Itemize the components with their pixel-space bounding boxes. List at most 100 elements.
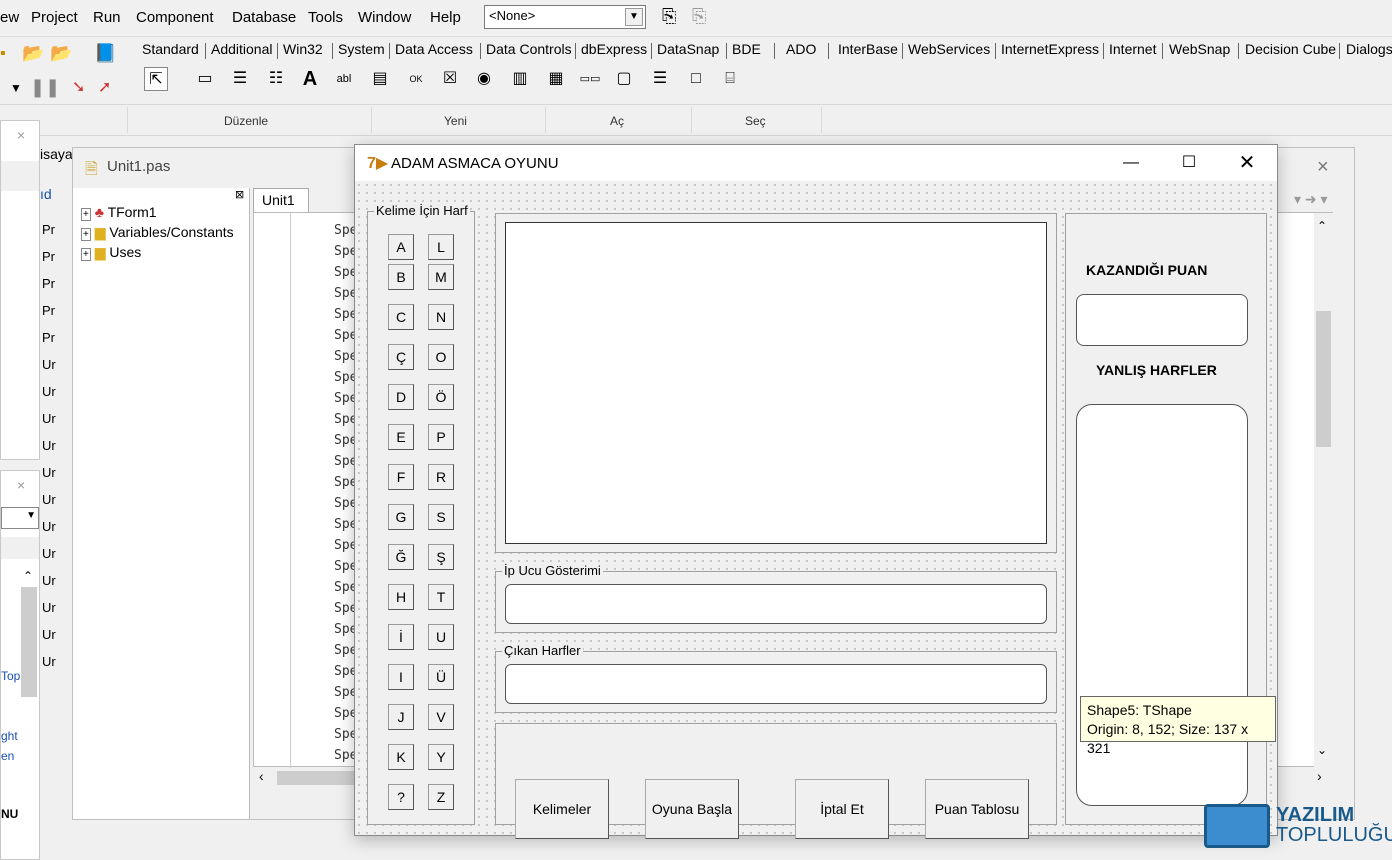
letter-button[interactable]: P xyxy=(428,424,454,450)
button-icon[interactable]: OK xyxy=(404,67,428,91)
letter-button[interactable]: Ğ xyxy=(388,544,414,570)
scroll-down-icon[interactable]: ⌄ xyxy=(1317,743,1327,757)
list-item[interactable]: Ur xyxy=(42,492,74,507)
list-item[interactable]: Pr xyxy=(42,249,74,264)
close-icon[interactable]: × xyxy=(17,477,25,493)
tab-bde[interactable]: BDE xyxy=(732,41,761,57)
save-desktop-icon[interactable]: ⎘ xyxy=(662,6,676,27)
hint-display[interactable] xyxy=(505,584,1047,624)
letter-button[interactable]: I xyxy=(388,664,414,690)
open-project-icon[interactable]: 📂 xyxy=(50,43,72,64)
tab-dialogs[interactable]: Dialogs xyxy=(1346,41,1392,57)
letter-button[interactable]: K xyxy=(388,744,414,770)
close-icon[interactable]: × xyxy=(17,127,25,143)
close-icon[interactable]: ✕ xyxy=(1235,151,1259,175)
menu-view[interactable]: ew xyxy=(0,9,19,26)
pointer-icon[interactable]: ⇱ xyxy=(144,67,168,91)
found-letters-display[interactable] xyxy=(505,664,1047,704)
score-display[interactable] xyxy=(1076,294,1248,346)
new-icon[interactable]: ▪ xyxy=(0,45,6,63)
tab-websnap[interactable]: WebSnap xyxy=(1169,41,1230,57)
tab-system[interactable]: System xyxy=(338,41,385,57)
scrollbar-thumb[interactable] xyxy=(21,587,37,697)
start-game-button[interactable]: Oyuna Başla xyxy=(645,779,739,839)
letter-button[interactable]: V xyxy=(428,704,454,730)
radiogroup-icon[interactable]: ☰ xyxy=(648,67,672,91)
memo-icon[interactable]: ▤ xyxy=(368,67,392,91)
list-item[interactable]: Ur xyxy=(42,438,74,453)
letter-button[interactable]: N xyxy=(428,304,454,330)
groupbox-icon[interactable]: ▢ xyxy=(612,67,636,91)
list-item[interactable]: Ur xyxy=(42,384,74,399)
ribbon-open[interactable]: Aç xyxy=(610,114,624,128)
maximize-icon[interactable]: ☐ xyxy=(1177,151,1201,175)
letter-button[interactable]: J xyxy=(388,704,414,730)
list-item[interactable]: Ur xyxy=(42,573,74,588)
list-item[interactable]: Ur xyxy=(42,627,74,642)
tab-internet[interactable]: Internet xyxy=(1109,41,1156,57)
scroll-right-icon[interactable]: › xyxy=(1317,768,1322,784)
scroll-up-icon[interactable]: ⌃ xyxy=(23,569,33,583)
letter-button[interactable]: U xyxy=(428,624,454,650)
list-item[interactable]: Pr xyxy=(42,303,74,318)
menu-window[interactable]: Window xyxy=(358,9,411,26)
list-item[interactable]: Ur xyxy=(42,654,74,669)
menu-database[interactable]: Database xyxy=(232,9,296,26)
letter-button[interactable]: H xyxy=(388,584,414,610)
list-item[interactable]: Ur xyxy=(42,357,74,372)
tab-internetexpress[interactable]: InternetExpress xyxy=(1001,41,1099,57)
letter-button[interactable]: O xyxy=(428,344,454,370)
letter-button[interactable]: D xyxy=(388,384,414,410)
tab-standard[interactable]: Standard xyxy=(142,41,199,57)
scrollbar-thumb[interactable] xyxy=(1316,311,1331,447)
letter-button[interactable]: E xyxy=(388,424,414,450)
letter-button[interactable]: İ xyxy=(388,624,414,650)
desktop-combo[interactable]: <None> ▼ xyxy=(484,5,646,29)
property-hidden[interactable]: en xyxy=(1,749,14,763)
listbox-icon[interactable]: ▥ xyxy=(508,67,532,91)
tab-additional[interactable]: Additional xyxy=(211,41,273,57)
ribbon-select[interactable]: Seç xyxy=(745,114,766,128)
tree-item[interactable]: + ▆ Uses xyxy=(81,244,141,261)
combobox-icon[interactable]: ▦ xyxy=(544,67,568,91)
list-item[interactable]: Ur xyxy=(42,546,74,561)
tab-unit1[interactable]: Unit1 xyxy=(253,188,309,212)
object-selector[interactable]: ▼ xyxy=(1,507,39,529)
letter-button[interactable]: L xyxy=(428,234,454,260)
menu-help[interactable]: Help xyxy=(430,9,461,26)
menu-component[interactable]: Component xyxy=(136,9,214,26)
step-over-icon[interactable]: ➚ xyxy=(98,77,111,97)
letter-button[interactable]: Ü xyxy=(428,664,454,690)
debug-desktop-icon[interactable]: ⎘ xyxy=(692,6,706,27)
radiobutton-icon[interactable]: ◉ xyxy=(472,67,496,91)
tab-win32[interactable]: Win32 xyxy=(283,41,323,57)
ribbon-new[interactable]: Yeni xyxy=(444,114,467,128)
edit-icon[interactable]: abl xyxy=(332,67,356,91)
open-icon[interactable]: 📂 xyxy=(22,43,44,64)
letter-button[interactable]: Ş xyxy=(428,544,454,570)
frame-icon[interactable]: ▭ xyxy=(193,67,217,91)
list-item[interactable]: Ur xyxy=(42,519,74,534)
letter-button[interactable]: G xyxy=(388,504,414,530)
menu-project[interactable]: Project xyxy=(31,9,78,26)
letter-button[interactable]: ? xyxy=(388,784,414,810)
letter-button[interactable]: F xyxy=(388,464,414,490)
popupmenu-icon[interactable]: ☷ xyxy=(264,67,288,91)
cancel-button[interactable]: İptal Et xyxy=(795,779,889,839)
tab-decision-cube[interactable]: Decision Cube xyxy=(1245,41,1336,57)
letter-button[interactable]: S xyxy=(428,504,454,530)
score-table-button[interactable]: Puan Tablosu xyxy=(925,779,1029,839)
tab-interbase[interactable]: InterBase xyxy=(838,41,898,57)
scrollbar-icon[interactable]: ▭▭ xyxy=(578,67,602,91)
nav-arrows-icon[interactable]: ▾ ➜ ▾ xyxy=(1294,191,1328,208)
letter-button[interactable]: A xyxy=(388,234,414,260)
letter-button[interactable]: Ö xyxy=(428,384,454,410)
panel-icon[interactable]: □ xyxy=(684,67,708,91)
property-height[interactable]: ght xyxy=(1,729,18,743)
menu-run[interactable]: Run xyxy=(93,9,121,26)
chevron-down-icon[interactable]: ▼ xyxy=(625,8,643,26)
words-button[interactable]: Kelimeler xyxy=(515,779,609,839)
list-item[interactable]: Pr xyxy=(42,276,74,291)
menu-tools[interactable]: Tools xyxy=(308,9,343,26)
list-item[interactable]: Ur xyxy=(42,465,74,480)
